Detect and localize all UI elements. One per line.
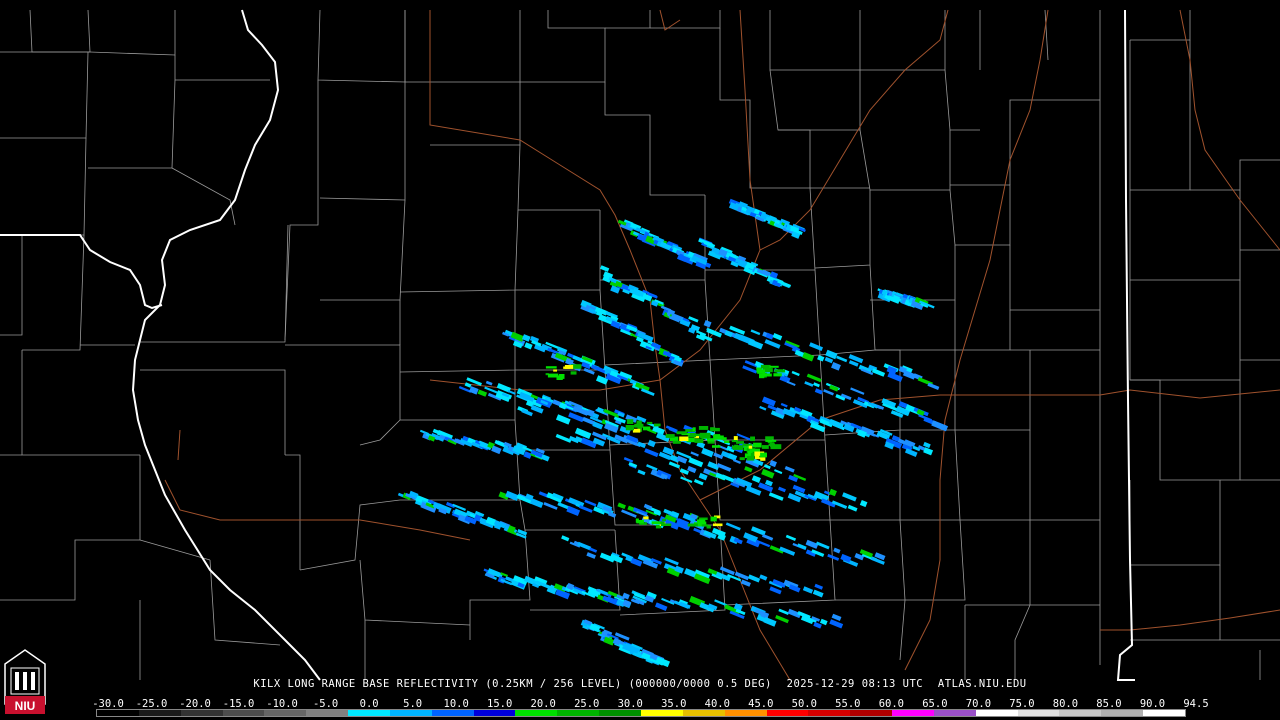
colorbar-segment: [264, 710, 307, 716]
echo-core: [690, 433, 700, 436]
echo-core: [570, 371, 577, 375]
echo-core: [700, 433, 711, 438]
echo-core: [762, 373, 772, 377]
echo-core: [694, 438, 704, 443]
echo-core: [636, 520, 644, 524]
echo-core: [701, 524, 708, 527]
echo-core: [757, 369, 765, 374]
echo-core: [731, 440, 738, 443]
echo-core: [750, 436, 755, 442]
reflectivity-colorbar: [96, 709, 1186, 717]
echo-core: [760, 364, 771, 369]
colorbar-segment: [766, 710, 809, 716]
colorbar-segment: [1017, 710, 1060, 716]
logo-text: NIU: [15, 699, 36, 713]
colorbar-segment: [724, 710, 767, 716]
echo-core: [643, 426, 651, 431]
colorbar-segment: [640, 710, 683, 716]
echo-core: [739, 457, 745, 461]
echo-core: [773, 373, 782, 377]
echo-core: [643, 516, 649, 520]
echo-core: [545, 366, 557, 369]
echo-core: [765, 439, 777, 442]
echo-core: [662, 518, 666, 521]
echo-core: [698, 426, 709, 430]
colorbar-segment: [1059, 710, 1102, 716]
timestamp: 2025-12-29 08:13 UTC: [786, 678, 924, 690]
echo-core: [646, 421, 653, 425]
echo-core: [665, 434, 675, 438]
colorbar-segment: [892, 710, 934, 716]
colorbar-segment: [473, 710, 516, 716]
echo-core: [679, 436, 689, 441]
colorbar-segment: [599, 710, 641, 716]
colorbar-segment: [933, 710, 976, 716]
echo-core: [547, 373, 559, 378]
colorbar-segment: [557, 710, 600, 716]
colorbar-segment: [515, 710, 558, 716]
echo-core: [712, 445, 721, 448]
echo-core: [774, 369, 786, 373]
echo-core: [710, 516, 717, 522]
colorbar-segment: [850, 710, 893, 716]
niu-logo: NIU: [4, 649, 46, 714]
echo-core: [636, 420, 642, 425]
site-url: ATLAS.NIU.EDU: [937, 678, 1027, 690]
colorbar-segment: [97, 710, 139, 716]
echo-core: [634, 423, 644, 428]
colorbar-segment: [431, 710, 474, 716]
echo-core: [713, 434, 721, 438]
product-description: KILX LONG RANGE BASE REFLECTIVITY (0.25K…: [253, 678, 772, 690]
colorbar-segment: [975, 710, 1018, 716]
echo-core: [553, 369, 557, 372]
colorbar-segment: [1143, 710, 1185, 716]
colorbar-segment: [682, 710, 725, 716]
colorbar-segment: [1101, 710, 1144, 716]
echo-core: [734, 444, 738, 450]
echo-core: [632, 428, 641, 433]
echo-core: [761, 445, 769, 449]
colorbar-segment: [389, 710, 432, 716]
echo-core: [625, 425, 634, 431]
echo-core: [724, 440, 730, 443]
colorbar-segment: [808, 710, 851, 716]
echo-core: [753, 442, 762, 448]
echo-core: [760, 452, 767, 458]
echo-core: [748, 445, 753, 449]
echo-core: [687, 523, 698, 527]
echo-core: [697, 519, 706, 524]
echo-core: [692, 427, 696, 432]
product-caption: KILX LONG RANGE BASE REFLECTIVITY (0.25K…: [0, 678, 1280, 690]
colorbar-segment: [138, 710, 181, 716]
echo-core: [746, 455, 755, 461]
echo-core: [742, 443, 752, 446]
echo-core: [563, 366, 571, 369]
echo-core: [713, 523, 723, 527]
echo-core: [723, 437, 727, 440]
echo-core: [651, 521, 661, 525]
radar-map: [0, 0, 1280, 720]
echo-core: [654, 423, 661, 427]
echo-core: [661, 523, 672, 526]
echo-core: [710, 427, 716, 431]
colorbar-segment: [348, 710, 390, 716]
scale-label: 94.5: [1183, 698, 1209, 710]
echo-core: [770, 444, 782, 450]
colorbar-segment: [180, 710, 223, 716]
echo-core: [626, 419, 634, 424]
colorbar-segment: [306, 710, 349, 716]
echo-core: [672, 440, 681, 444]
echo-core: [769, 365, 779, 368]
colorbar-segment: [222, 710, 265, 716]
